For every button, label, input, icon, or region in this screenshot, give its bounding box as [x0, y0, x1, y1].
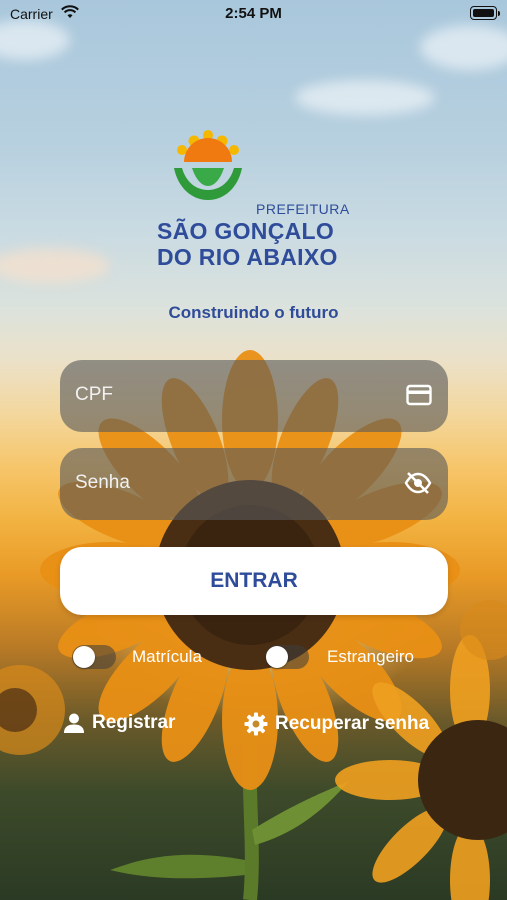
password-input[interactable]: Senha	[60, 448, 448, 520]
password-placeholder: Senha	[75, 472, 130, 493]
register-link[interactable]: Registrar	[63, 712, 175, 734]
clock: 2:54 PM	[225, 5, 282, 22]
prefeitura-logo	[170, 128, 246, 208]
prefeitura-label: PREFEITURA	[256, 201, 350, 217]
enter-button-label: ENTRAR	[210, 569, 298, 592]
city-name-line1: SÃO GONÇALO	[157, 218, 335, 244]
recover-password-link[interactable]: Recuperar senha	[244, 712, 429, 736]
cpf-placeholder: CPF	[75, 384, 113, 405]
matricula-toggle[interactable]	[72, 645, 116, 669]
tagline: Construindo o futuro	[168, 303, 339, 322]
matricula-label: Matrícula	[132, 647, 202, 666]
eye-off-icon[interactable]	[404, 472, 432, 498]
estrangeiro-label: Estrangeiro	[327, 647, 414, 666]
user-icon	[64, 713, 84, 733]
recover-password-label: Recuperar senha	[275, 713, 430, 734]
battery-icon	[470, 6, 500, 20]
gear-icon	[244, 712, 268, 736]
city-name-line2: DO RIO ABAIXO	[157, 244, 338, 270]
status-bar: Carrier 2:54 PM	[0, 0, 507, 28]
enter-button[interactable]: ENTRAR	[60, 547, 448, 615]
estrangeiro-toggle[interactable]	[265, 645, 309, 669]
card-icon	[406, 384, 432, 410]
cpf-input[interactable]: CPF	[60, 360, 448, 432]
register-label: Registrar	[92, 712, 176, 733]
